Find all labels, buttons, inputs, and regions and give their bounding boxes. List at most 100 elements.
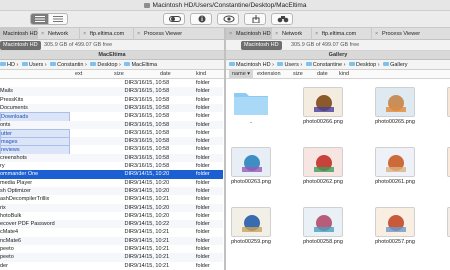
gallery-item[interactable] xyxy=(432,205,450,253)
cell-size: DIR xyxy=(124,138,134,145)
col-name[interactable]: name ▾ xyxy=(229,70,254,79)
crumb[interactable]: Constantin › xyxy=(50,60,87,69)
col-extension[interactable]: extension xyxy=(257,70,281,79)
right-tab-macintosh-hd[interactable]: × Macintosh HD xyxy=(226,28,272,40)
close-icon[interactable]: × xyxy=(83,28,88,40)
file-row[interactable]: reviews DIR 3/16/15, 10:58 folder xyxy=(0,145,223,156)
file-row[interactable]: media Player DIR 9/14/15, 10:20 folder xyxy=(0,179,223,187)
cell-size: DIR xyxy=(124,204,134,211)
gallery-item-label: .. xyxy=(249,119,253,125)
gallery-item[interactable]: .. xyxy=(226,85,286,133)
file-row[interactable]: ncMate6 DIR 9/14/15, 10:21 folder xyxy=(0,236,223,245)
gallery-item[interactable]: photo00263.png xyxy=(226,145,286,193)
file-row[interactable]: ommander One DIR 9/14/15, 10:20 folder xyxy=(0,170,223,179)
crumb[interactable]: Constantine › xyxy=(305,60,345,69)
close-icon[interactable]: × xyxy=(137,28,142,40)
col-size[interactable]: size xyxy=(293,70,303,79)
cell-kind: folder xyxy=(196,113,210,120)
thumbnail-image xyxy=(382,152,410,174)
gallery-item[interactable]: photo00261.png xyxy=(360,145,430,193)
left-tab-network[interactable]: × Network xyxy=(38,28,80,40)
cell-date: 3/16/15, 10:58 xyxy=(134,163,170,169)
right-drive-button[interactable]: Macintosh HD xyxy=(241,41,282,50)
col-kind[interactable]: kind xyxy=(196,70,206,79)
left-drive-button[interactable]: Macintosh HD xyxy=(0,41,41,50)
file-row[interactable]: onts DIR 3/16/15, 10:58 folder xyxy=(0,120,223,129)
crumb[interactable]: MacEltima xyxy=(124,60,157,69)
close-icon[interactable]: × xyxy=(229,28,234,40)
crumb[interactable]: Users › xyxy=(277,60,302,69)
gallery-item[interactable]: photo00257.png xyxy=(360,205,430,253)
info-button[interactable] xyxy=(190,13,212,25)
gallery-item[interactable]: photo00265.png xyxy=(360,85,430,133)
cell-kind: folder xyxy=(196,179,210,186)
cell-date: 9/14/15, 10:21 xyxy=(134,196,170,203)
tab-label: ftp.eltima.com xyxy=(90,31,125,37)
share-button[interactable] xyxy=(244,13,266,25)
gallery-item[interactable]: photo00262.png xyxy=(288,145,358,193)
file-row[interactable]: Documents DIR 3/16/15, 10:58 folder xyxy=(0,103,223,113)
gallery-item[interactable] xyxy=(432,145,450,193)
col-kind[interactable]: kind xyxy=(339,70,349,79)
cell-date: 9/14/15, 10:20 xyxy=(134,204,170,211)
left-tab-macintosh-hd[interactable]: Macintosh HD xyxy=(0,28,38,40)
crumb[interactable]: Users › xyxy=(21,60,47,69)
crumb[interactable]: Desktop › xyxy=(349,60,380,69)
file-row[interactable]: peeto DIR 9/14/15, 10:21 folder xyxy=(0,253,223,262)
gallery-item[interactable] xyxy=(432,85,450,133)
tab-label: Macintosh HD xyxy=(236,31,271,37)
right-tab-ftp[interactable]: × ftp.eltima.com xyxy=(312,28,372,40)
left-tab-ftp[interactable]: × ftp.eltima.com xyxy=(80,28,134,40)
cell-date: 3/16/15, 10:58 xyxy=(134,104,170,111)
left-tab-process-viewer[interactable]: × Process Viewer xyxy=(134,28,224,40)
crumb[interactable]: Gallery xyxy=(383,60,408,69)
crumb-label: Users xyxy=(284,62,299,68)
file-row[interactable]: DIR 3/16/15, 10:58 folder xyxy=(0,79,223,87)
file-row[interactable]: Mails DIR 3/16/15, 10:58 folder xyxy=(0,87,223,96)
file-row[interactable]: peeto DIR 9/14/15, 10:21 folder xyxy=(0,245,223,253)
tab-label: Process Viewer xyxy=(144,31,183,37)
col-ext[interactable]: ext xyxy=(75,70,82,79)
file-row[interactable]: mages DIR 3/16/15, 10:58 folder xyxy=(0,137,223,148)
file-row[interactable]: rix DIR 9/14/15, 10:20 folder xyxy=(0,203,223,212)
file-row[interactable]: Downloads DIR 3/16/15, 10:58 folder xyxy=(0,112,223,123)
right-column-header: name ▾ extension size date kind xyxy=(226,70,450,79)
cell-name: ry xyxy=(0,163,5,169)
gallery-item[interactable]: photo00266.png xyxy=(288,85,358,133)
file-row[interactable]: ry DIR 3/16/15, 10:58 folder xyxy=(0,162,223,170)
col-size[interactable]: size xyxy=(114,70,124,79)
file-row[interactable]: PressKits DIR 3/16/15, 10:58 folder xyxy=(0,96,223,104)
file-row[interactable]: utter DIR 3/16/15, 10:58 folder xyxy=(0,128,223,140)
crumb[interactable]: Macintosh HD › xyxy=(229,60,274,69)
gallery-item[interactable]: photo00258.png xyxy=(288,205,358,253)
list-view-icon[interactable] xyxy=(31,14,49,24)
close-icon[interactable]: × xyxy=(41,28,46,40)
file-row[interactable]: der DIR 9/14/15, 10:21 folder xyxy=(0,262,223,270)
file-row[interactable]: hotoBulk DIR 9/14/15, 10:20 folder xyxy=(0,212,223,220)
col-date[interactable]: date xyxy=(317,70,328,79)
tab-label: Macintosh HD xyxy=(3,31,38,37)
file-row[interactable]: creenshots DIR 3/16/15, 10:58 folder xyxy=(0,153,223,162)
crumb[interactable]: Desktop › xyxy=(90,60,121,69)
search-button[interactable] xyxy=(271,13,293,25)
gallery-item[interactable]: photo00259.png xyxy=(226,205,286,253)
folder-icon xyxy=(21,62,28,66)
close-icon[interactable]: × xyxy=(275,28,280,40)
file-row[interactable]: ecover PDF Password DIR 9/14/15, 10:22 fold… xyxy=(0,220,223,229)
toggle-hidden-button[interactable] xyxy=(163,13,185,25)
quick-look-button[interactable] xyxy=(217,13,239,25)
toggle-icon xyxy=(169,16,181,22)
close-icon[interactable]: × xyxy=(315,28,320,40)
close-icon[interactable]: × xyxy=(375,28,380,40)
tab-label: Network xyxy=(48,31,69,37)
col-date[interactable]: date xyxy=(160,70,171,79)
grid-view-icon[interactable] xyxy=(49,14,67,24)
crumb[interactable]: HD › xyxy=(0,60,18,69)
file-row[interactable]: sh Optimizer DIR 9/14/15, 10:20 folder xyxy=(0,186,223,196)
file-row[interactable]: cMate4 DIR 9/14/15, 10:21 folder xyxy=(0,228,223,236)
photo-thumbnail xyxy=(231,207,271,237)
file-row[interactable]: ashDecompilerTrillix DIR 9/14/15, 10:21 fol… xyxy=(0,195,223,203)
right-tab-process-viewer[interactable]: × Process Viewer xyxy=(372,28,450,40)
right-tab-network[interactable]: × Network xyxy=(272,28,312,40)
cell-date: 9/14/15, 10:21 xyxy=(134,237,170,244)
